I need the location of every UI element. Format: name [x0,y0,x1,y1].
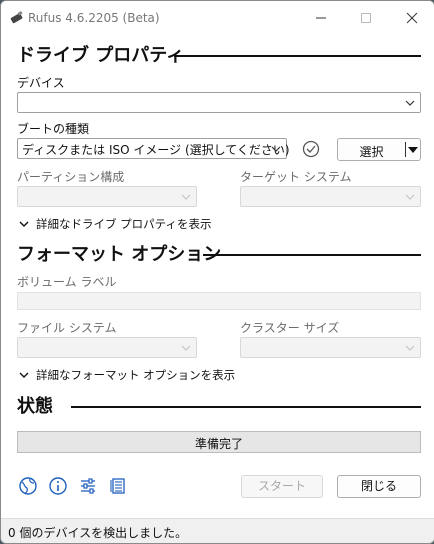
file-system-label: ファイル システム [17,321,117,335]
close-window-button[interactable] [397,5,427,31]
device-dropdown[interactable] [17,92,421,113]
minimize-button[interactable] [306,5,336,31]
cluster-size-dropdown[interactable] [240,337,421,358]
partition-scheme-label: パーティション構成 [17,170,125,184]
status-progress-bar: 準備完了 [17,431,421,453]
chevron-down-icon [405,194,415,200]
status-title: 状態 [17,396,53,417]
info-icon[interactable] [48,476,68,496]
close-button[interactable]: 閉じる [337,475,421,498]
boot-type-dropdown[interactable]: ディスクまたは ISO イメージ (選択してください) [17,138,290,159]
globe-icon[interactable] [18,476,38,496]
maximize-icon [361,13,371,23]
status-bar-text: 0 個のデバイスを検出しました。 [8,526,188,540]
format-options-title: フォーマット オプション [17,244,222,265]
volume-label-label: ボリューム ラベル [17,275,117,289]
check-hash-icon[interactable] [301,139,321,159]
drive-properties-header: ドライブ プロパティ [17,43,421,71]
chevron-down-icon [181,345,191,351]
partition-scheme-dropdown[interactable] [17,186,197,207]
usb-drive-icon [10,11,23,24]
chevron-down-icon [181,194,191,200]
advanced-drive-toggle-label[interactable]: 詳細なドライブ プロパティを表示 [36,216,211,232]
progress-status-text: 準備完了 [194,437,243,451]
minimize-icon [316,17,326,19]
chevron-down-icon [19,221,29,227]
format-options-header: フォーマット オプション [17,242,421,270]
section-divider [174,55,421,57]
cluster-size-label: クラスター サイズ [240,321,340,335]
status-header: 状態 [17,394,421,422]
start-button[interactable]: スタート [241,475,323,498]
dropdown-arrow-icon[interactable] [408,146,418,154]
device-label: デバイス [17,76,65,90]
split-divider [405,142,406,157]
target-system-dropdown[interactable] [240,186,421,207]
boot-type-value: ディスクまたは ISO イメージ (選択してください) [22,143,290,157]
settings-sliders-icon[interactable] [78,476,98,496]
chevron-down-icon [405,345,415,351]
advanced-drive-toggle[interactable]: 詳細なドライブ プロパティを表示 [19,216,211,232]
file-system-dropdown[interactable] [17,337,197,358]
drive-properties-title: ドライブ プロパティ [17,45,185,66]
log-icon[interactable] [108,476,128,496]
select-button-label[interactable]: 選択 [338,143,405,160]
close-icon [406,12,418,24]
rufus-window: Rufus 4.6.2205 (Beta) ドライブ プロパティ デバイス ブー… [0,0,434,544]
boot-type-label: ブートの種類 [17,122,90,136]
section-divider [71,406,421,408]
window-title: Rufus 4.6.2205 (Beta) [28,11,160,25]
volume-label-input[interactable] [17,292,421,310]
chevron-down-icon [271,146,281,152]
status-bar: 0 個のデバイスを検出しました。 [1,518,434,543]
target-system-label: ターゲット システム [240,170,352,184]
advanced-format-toggle[interactable]: 詳細なフォーマット オプションを表示 [19,367,235,383]
maximize-button[interactable] [351,5,381,31]
section-divider [203,254,421,256]
select-split-button[interactable]: 選択 [337,138,421,161]
title-bar[interactable]: Rufus 4.6.2205 (Beta) [1,1,434,35]
chevron-down-icon [19,372,29,378]
advanced-format-toggle-label[interactable]: 詳細なフォーマット オプションを表示 [36,367,235,383]
chevron-down-icon [405,100,415,106]
